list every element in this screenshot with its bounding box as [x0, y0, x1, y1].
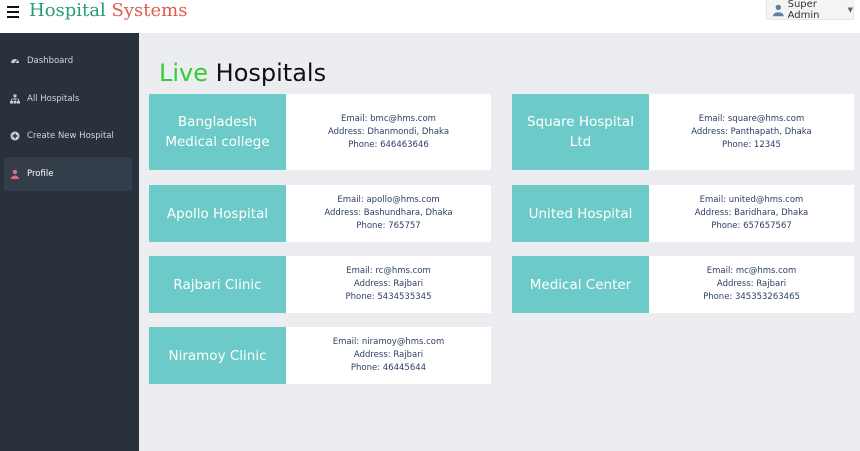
sidebar-item-profile[interactable]: Profile [4, 157, 132, 191]
hospital-phone: Phone: 5434535345 [345, 292, 432, 302]
hospital-info: Email: mc@hms.com Address: Rajbari Phone… [649, 256, 854, 313]
hospital-name: Rajbari Clinic [149, 256, 286, 313]
hospital-phone: Phone: 345353263465 [703, 292, 800, 302]
hospital-card[interactable]: Apollo Hospital Email: apollo@hms.com Ad… [149, 185, 491, 242]
dashboard-icon [10, 56, 20, 66]
hospital-email: Email: mc@hms.com [706, 266, 797, 276]
hospital-name: Bangladesh Medical college [149, 94, 286, 170]
user-menu-dropdown[interactable]: Super Admin ▼ [766, 0, 854, 21]
page-title-highlight: Live [159, 59, 209, 87]
hospital-card[interactable]: Bangladesh Medical college Email: bmc@hm… [149, 94, 491, 170]
page-title: Live Hospitals [159, 57, 326, 89]
plus-circle-icon [10, 131, 20, 141]
sidebar-item-label: Profile [27, 169, 54, 179]
top-bar: Hospital Systems Super Admin ▼ [0, 0, 860, 33]
hospital-info: Email: square@hms.com Address: Panthapat… [649, 94, 854, 170]
brand-logo[interactable]: Hospital Systems [29, 0, 187, 22]
sidebar-item-create-new-hospital[interactable]: Create New Hospital [4, 119, 132, 153]
hospital-card[interactable]: United Hospital Email: united@hms.com Ad… [512, 185, 854, 242]
hospital-phone: Phone: 657657567 [711, 221, 792, 231]
sidebar: Dashboard All Hospitals Create New Hospi… [0, 33, 139, 451]
sidebar-item-dashboard[interactable]: Dashboard [4, 44, 132, 78]
hospital-address: Address: Bashundhara, Dhaka [324, 208, 453, 218]
hospital-email: Email: rc@hms.com [346, 266, 431, 276]
hospital-card[interactable]: Niramoy Clinic Email: niramoy@hms.com Ad… [149, 327, 491, 384]
hospital-name: United Hospital [512, 185, 649, 242]
hospital-address: Address: Rajbari [353, 279, 424, 289]
hospital-email: Email: bmc@hms.com [341, 113, 436, 124]
sidebar-item-label: Dashboard [27, 56, 74, 66]
hospital-address: Address: Panthapath, Dhaka [691, 126, 812, 137]
hospital-name: Niramoy Clinic [149, 327, 286, 384]
menu-toggle-icon[interactable] [7, 6, 19, 18]
hospital-address: Address: Dhanmondi, Dhaka [327, 126, 450, 137]
hospital-name: Medical Center [512, 256, 649, 313]
hospital-address: Address: Rajbari [716, 279, 787, 289]
hospital-address: Address: Rajbari [353, 350, 424, 360]
sitemap-icon [10, 94, 20, 104]
hospital-name: Apollo Hospital [149, 185, 286, 242]
hospital-email: Email: united@hms.com [699, 195, 804, 205]
brand-text-hospital: Hospital [29, 0, 106, 21]
hospital-address: Address: Baridhara, Dhaka [694, 208, 809, 218]
hospital-phone: Phone: 46445644 [350, 363, 427, 373]
hospital-email: Email: square@hms.com [698, 113, 805, 124]
hospital-card[interactable]: Square Hospital Ltd Email: square@hms.co… [512, 94, 854, 170]
hospital-info: Email: united@hms.com Address: Baridhara… [649, 185, 854, 242]
hospital-info: Email: bmc@hms.com Address: Dhanmondi, D… [286, 94, 491, 170]
hospital-card[interactable]: Rajbari Clinic Email: rc@hms.com Address… [149, 256, 491, 313]
hospital-phone: Phone: 646463646 [348, 139, 429, 150]
sidebar-item-label: All Hospitals [27, 94, 80, 104]
hospital-card[interactable]: Medical Center Email: mc@hms.com Address… [512, 256, 854, 313]
user-avatar-icon [773, 4, 784, 16]
hospital-phone: Phone: 12345 [722, 139, 781, 150]
hospital-info: Email: rc@hms.com Address: Rajbari Phone… [286, 256, 491, 313]
hospital-email: Email: niramoy@hms.com [332, 337, 445, 347]
hospital-info: Email: niramoy@hms.com Address: Rajbari … [286, 327, 491, 384]
page-title-text: Hospitals [215, 59, 327, 87]
sidebar-item-label: Create New Hospital [27, 131, 114, 141]
user-icon [10, 169, 20, 179]
user-name: Super Admin [787, 0, 820, 21]
hospital-phone: Phone: 765757 [356, 221, 421, 231]
sidebar-item-all-hospitals[interactable]: All Hospitals [4, 82, 132, 116]
hospital-info: Email: apollo@hms.com Address: Bashundha… [286, 185, 491, 242]
hospital-name: Square Hospital Ltd [512, 94, 649, 170]
hospital-email: Email: apollo@hms.com [337, 195, 440, 205]
brand-text-systems: Systems [111, 0, 188, 21]
chevron-down-icon: ▼ [847, 5, 853, 14]
